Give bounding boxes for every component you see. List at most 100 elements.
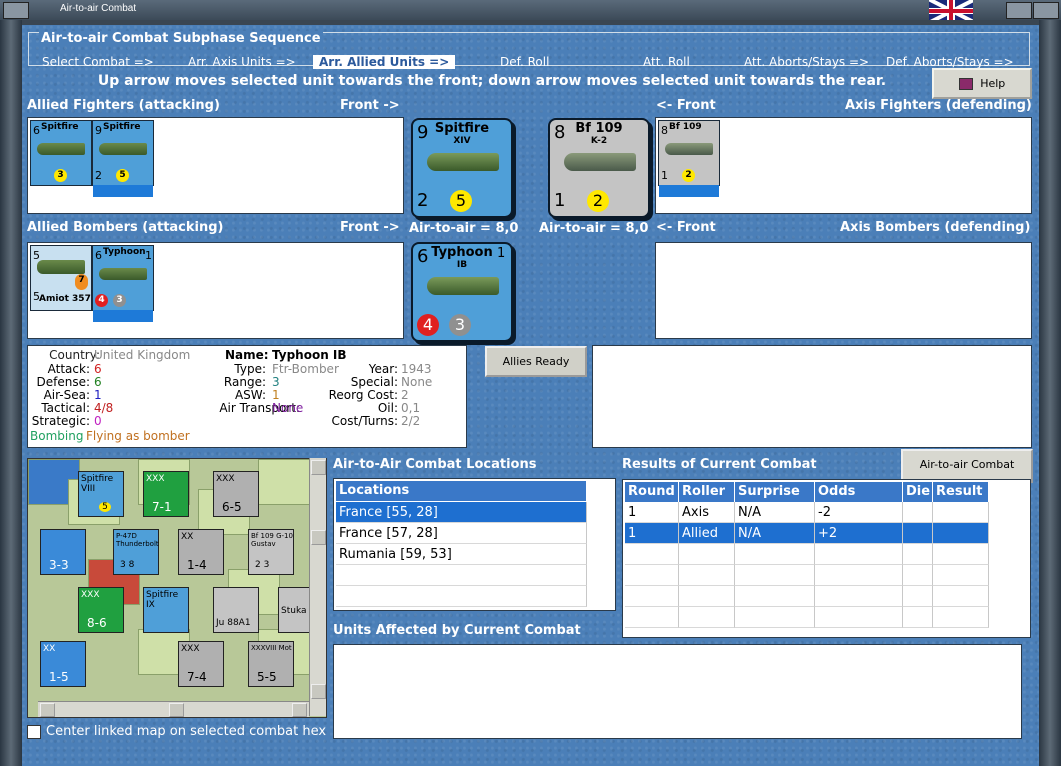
location-row[interactable]: Rumania [59, 53] bbox=[336, 544, 587, 565]
selected-indicator bbox=[659, 185, 719, 197]
allies-ready-button[interactable]: Allies Ready bbox=[485, 346, 587, 377]
uk-flag-icon bbox=[929, 0, 973, 22]
result-cell[interactable]: Allied bbox=[679, 523, 735, 544]
step-att-aborts: Att. Aborts/Stays => bbox=[744, 55, 870, 69]
axis-fighters-panel: 8 Bf 109 1 2 bbox=[655, 117, 1032, 214]
map-counter-1-4[interactable]: XX 1-4 bbox=[178, 529, 224, 575]
location-row[interactable]: France [55, 28] bbox=[336, 502, 587, 523]
counter-spitfire-xiv[interactable]: 9 Spitfire 2 5 bbox=[92, 120, 154, 197]
system-menu-icon[interactable] bbox=[3, 2, 29, 19]
frame-left bbox=[0, 20, 22, 766]
scroll-left-icon[interactable] bbox=[40, 703, 55, 717]
result-cell[interactable] bbox=[933, 502, 989, 523]
result-cell[interactable]: 1 bbox=[625, 502, 679, 523]
scroll-thumb[interactable] bbox=[311, 530, 326, 545]
unit-info-panel: Country: United Kingdom Attack: 6 Defens… bbox=[27, 345, 467, 448]
allied-fighters-panel: 6 Spitfire 3 9 Spitfire 2 5 bbox=[27, 117, 404, 214]
info-type: Ftr-Bomber bbox=[272, 362, 339, 376]
hscroll-thumb[interactable] bbox=[169, 703, 184, 717]
result-cell[interactable] bbox=[903, 502, 933, 523]
bf109-plane-icon bbox=[564, 153, 636, 171]
counter-bf109-k2[interactable]: 8 Bf 109 1 2 bbox=[658, 120, 720, 197]
result-empty-cell bbox=[735, 544, 815, 565]
step-att-roll: Att. Roll bbox=[643, 55, 690, 69]
map-vertical-scrollbar[interactable] bbox=[309, 458, 326, 716]
map-counter-3-3[interactable]: 3-3 bbox=[40, 529, 86, 575]
result-empty-cell bbox=[903, 607, 933, 628]
info-asw: 1 bbox=[272, 388, 280, 402]
map-counter-7-4[interactable]: XXX 7-4 bbox=[178, 641, 224, 687]
info-strategic: 0 bbox=[94, 414, 102, 428]
bf109-plane-icon bbox=[665, 143, 713, 155]
counter-spitfire-ii[interactable]: 6 Spitfire 3 bbox=[30, 120, 92, 186]
info-tactical: 4/8 bbox=[94, 401, 114, 415]
info-cost: 2/2 bbox=[401, 414, 421, 428]
help-button[interactable]: Help bbox=[932, 68, 1032, 99]
result-cell[interactable]: +2 bbox=[815, 523, 903, 544]
help-book-icon bbox=[958, 78, 973, 90]
front-label-axis-fighters: <- Front bbox=[656, 98, 716, 113]
result-cell[interactable]: Axis bbox=[679, 502, 735, 523]
result-empty-cell bbox=[903, 586, 933, 607]
axis-bombers-panel bbox=[655, 242, 1032, 339]
allied-bombers-panel: 5 7 5 Amiot 357 6 Typhoon 1 4 3 bbox=[27, 242, 404, 339]
scroll-up-icon[interactable] bbox=[311, 460, 326, 475]
results-header-die: Die bbox=[903, 482, 933, 502]
selected-indicator bbox=[93, 310, 153, 322]
map-counter-spitfire-ix[interactable]: Spitfire IX bbox=[143, 587, 189, 633]
info-airsea: 1 bbox=[94, 388, 102, 402]
map-counter-8-6[interactable]: XXX 8-6 bbox=[78, 587, 124, 633]
results-header-result: Result bbox=[933, 482, 989, 502]
air-to-air-chart-button[interactable]: Air-to-air Combat Chart bbox=[901, 449, 1033, 499]
window: Air-to-air Combat Air-to-air Combat Subp… bbox=[0, 0, 1061, 766]
minimize-button[interactable] bbox=[1006, 2, 1032, 19]
axis-fighters-label: Axis Fighters (defending) bbox=[845, 98, 1032, 113]
result-empty-cell bbox=[815, 565, 903, 586]
close-button[interactable] bbox=[1033, 2, 1059, 19]
scroll-down-icon[interactable] bbox=[311, 684, 326, 699]
map-counter-spitfire-viii[interactable]: Spitfire VIII 5 bbox=[78, 471, 124, 517]
counter-typhoon-ib[interactable]: 6 Typhoon 1 4 3 bbox=[92, 245, 154, 322]
info-range: 3 bbox=[272, 375, 280, 389]
result-cell[interactable]: 1 bbox=[625, 523, 679, 544]
info-year: 1943 bbox=[401, 362, 432, 376]
map-horizontal-scrollbar[interactable] bbox=[38, 701, 309, 717]
results-title: Results of Current Combat bbox=[622, 457, 817, 472]
result-empty-cell bbox=[933, 607, 989, 628]
results-header-surprise: Surprise bbox=[735, 482, 815, 502]
allied-fighters-label: Allied Fighters (attacking) bbox=[27, 98, 220, 113]
info-flying: Flying as bomber bbox=[86, 429, 190, 443]
location-row[interactable]: France [57, 28] bbox=[336, 523, 587, 544]
info-defense: 6 bbox=[94, 375, 102, 389]
subphase-sequence: Air-to-air Combat Subphase Sequence Sele… bbox=[28, 31, 1030, 69]
map-counter-5-5[interactable]: XXXVIII Mot 5-5 bbox=[248, 641, 294, 687]
location-row-empty bbox=[336, 586, 587, 607]
result-cell[interactable]: N/A bbox=[735, 523, 815, 544]
result-cell[interactable]: -2 bbox=[815, 502, 903, 523]
result-cell[interactable] bbox=[903, 523, 933, 544]
result-cell[interactable]: N/A bbox=[735, 502, 815, 523]
scroll-right-icon[interactable] bbox=[292, 703, 307, 717]
result-cell[interactable] bbox=[933, 523, 989, 544]
counter-amiot-357[interactable]: 5 7 5 Amiot 357 bbox=[30, 245, 92, 311]
results-header-round: Round bbox=[625, 482, 679, 502]
title-bar: Air-to-air Combat bbox=[0, 0, 1061, 22]
map-counter-1-5[interactable]: XX 1-5 bbox=[40, 641, 86, 687]
result-empty-cell bbox=[933, 565, 989, 586]
result-empty-cell bbox=[679, 586, 735, 607]
mini-map[interactable]: Spitfire VIII 5 XXX 7-1 XXX 6-5 P-47D Th… bbox=[27, 458, 327, 718]
result-empty-cell bbox=[815, 607, 903, 628]
map-counter-7-1[interactable]: XXX 7-1 bbox=[143, 471, 189, 517]
map-counter-6-5[interactable]: XXX 6-5 bbox=[213, 471, 259, 517]
map-counter-p47d[interactable]: P-47D Thunderbolt 3 8 bbox=[113, 529, 159, 575]
step-arr-allied-units: Arr. Allied Units => bbox=[313, 55, 456, 69]
message-panel bbox=[592, 345, 1032, 448]
result-empty-cell bbox=[815, 586, 903, 607]
map-counter-bf109-g10[interactable]: Bf 109 G-10 Gustav 2 3 bbox=[248, 529, 294, 575]
instruction-text: Up arrow moves selected unit towards the… bbox=[97, 73, 887, 89]
info-bombing: Bombing bbox=[30, 429, 84, 443]
info-country: United Kingdom bbox=[94, 348, 191, 362]
center-map-checkbox[interactable] bbox=[27, 725, 41, 739]
map-counter-ju88a1[interactable]: Ju 88A1 bbox=[213, 587, 259, 633]
locations-header: Locations bbox=[336, 481, 587, 501]
